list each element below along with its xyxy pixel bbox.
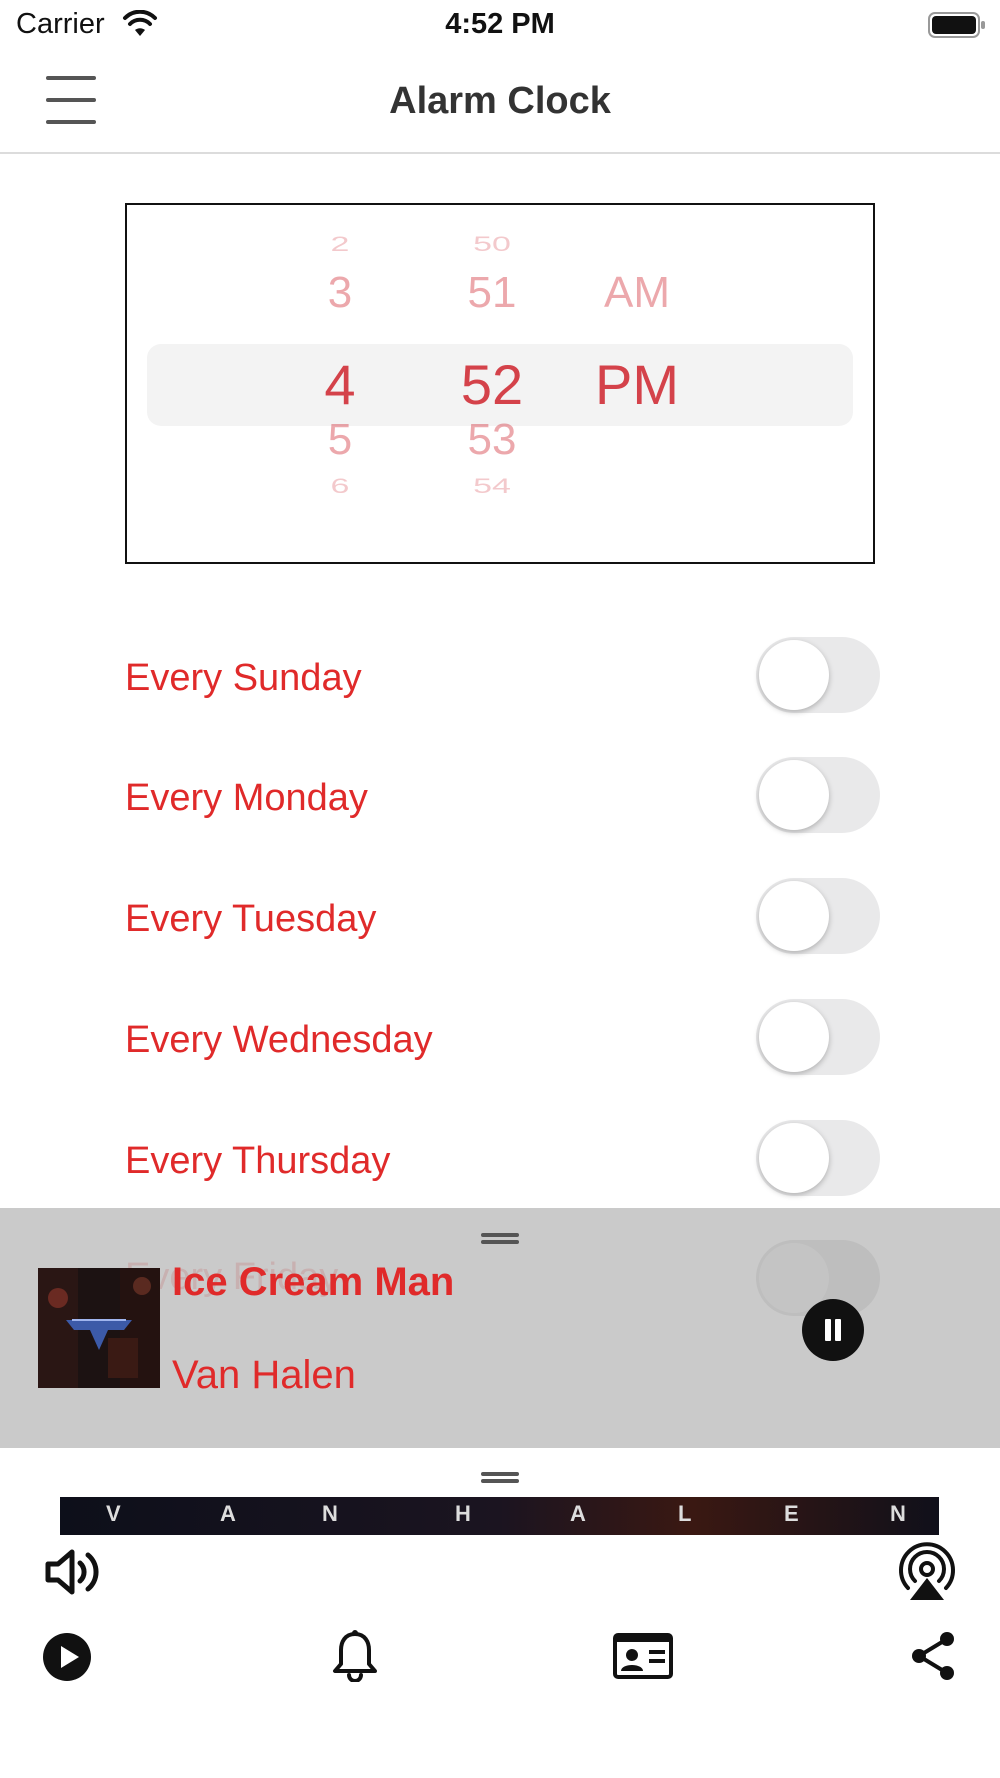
tuesday-toggle[interactable] — [756, 878, 880, 954]
toggle-knob — [759, 1123, 829, 1193]
mini-player[interactable]: Every Friday Ice Cream Man Van Halen — [0, 1208, 1000, 1448]
hour-option[interactable]: 6 — [315, 474, 365, 498]
song-title: Ice Cream Man — [172, 1260, 455, 1304]
minute-option[interactable]: 53 — [452, 415, 532, 465]
day-label: Every Thursday — [125, 1140, 391, 1182]
navigation-bar: Alarm Clock — [0, 50, 1000, 154]
hour-option[interactable]: 5 — [315, 415, 365, 465]
hour-option[interactable]: 2 — [315, 232, 365, 256]
banner-letter: L — [678, 1501, 692, 1526]
banner-letter: A — [220, 1501, 236, 1526]
contact-card-icon[interactable] — [613, 1633, 673, 1679]
album-art — [38, 1268, 160, 1388]
hour-option[interactable]: 3 — [315, 268, 365, 318]
hour-selected[interactable]: 4 — [305, 352, 375, 417]
period-option[interactable]: AM — [587, 268, 687, 318]
day-row-thursday: Every Thursday — [125, 1120, 885, 1200]
banner-letter: A — [570, 1501, 586, 1526]
day-row-wednesday: Every Wednesday — [125, 999, 885, 1079]
day-label: Every Monday — [125, 777, 368, 819]
day-row-tuesday: Every Tuesday — [125, 878, 885, 958]
battery-icon — [928, 12, 985, 38]
wednesday-toggle[interactable] — [756, 999, 880, 1075]
status-time: 4:52 PM — [445, 8, 555, 40]
day-row-sunday: Every Sunday — [125, 637, 885, 717]
banner-letter: H — [455, 1501, 471, 1526]
time-picker[interactable]: 2 3 4 5 6 50 51 52 53 54 AM PM — [125, 203, 875, 564]
toggle-knob — [759, 881, 829, 951]
banner-letter: E — [784, 1501, 799, 1526]
drag-handle[interactable] — [481, 1231, 519, 1245]
banner-letter: N — [322, 1501, 338, 1526]
bell-icon[interactable] — [332, 1630, 378, 1682]
sunday-toggle[interactable] — [756, 637, 880, 713]
thursday-toggle[interactable] — [756, 1120, 880, 1196]
drag-handle[interactable] — [481, 1470, 519, 1484]
volume-icon[interactable] — [44, 1546, 104, 1598]
toggle-knob — [759, 640, 829, 710]
day-label: Every Wednesday — [125, 1019, 433, 1061]
play-icon[interactable] — [42, 1632, 92, 1682]
minute-selected[interactable]: 52 — [442, 352, 542, 417]
monday-toggle[interactable] — [756, 757, 880, 833]
toggle-knob — [759, 1002, 829, 1072]
status-bar: Carrier 4:52 PM — [0, 0, 1000, 50]
page-title: Alarm Clock — [389, 80, 611, 122]
song-artist: Van Halen — [172, 1353, 356, 1397]
minute-option[interactable]: 50 — [452, 232, 532, 256]
banner-letter: N — [890, 1501, 906, 1526]
banner-letter: V — [106, 1501, 121, 1526]
minute-option[interactable]: 51 — [452, 268, 532, 318]
toggle-knob — [759, 760, 829, 830]
period-selected[interactable]: PM — [582, 352, 692, 417]
day-label: Every Sunday — [125, 657, 362, 699]
airplay-icon[interactable] — [896, 1542, 958, 1602]
day-row-monday: Every Monday — [125, 757, 885, 837]
pause-button[interactable] — [802, 1299, 864, 1361]
artist-banner: V A N H A L E N — [60, 1497, 939, 1535]
minute-option[interactable]: 54 — [452, 474, 532, 498]
share-icon[interactable] — [908, 1630, 958, 1682]
album-cover-image — [38, 1268, 160, 1388]
day-label: Every Tuesday — [125, 898, 377, 940]
